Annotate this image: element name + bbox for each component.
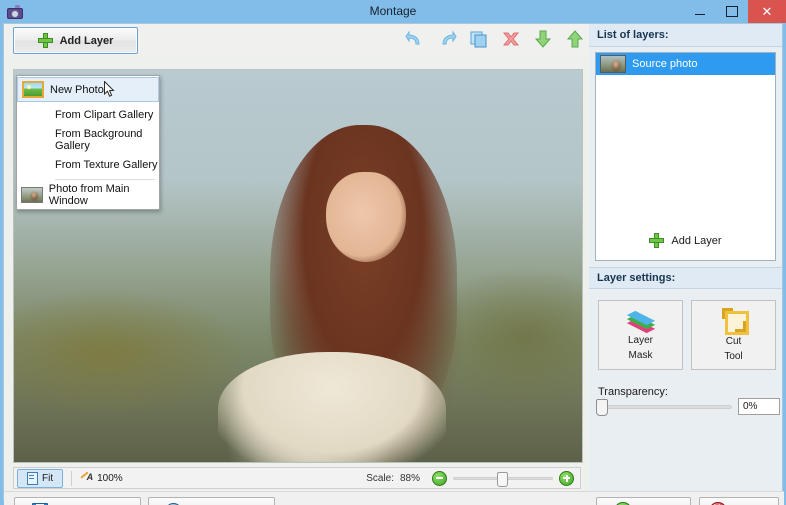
cancel-button[interactable]: Cancel — [699, 497, 779, 505]
layer-mask-label-line2: Mask — [628, 350, 653, 361]
montage-window: Montage ✕ Add Layer Fit A 100% Scale: 88… — [0, 0, 786, 505]
scale-value: 88% — [400, 472, 421, 484]
cut-tool-label-line1: Cut — [725, 335, 742, 347]
window-title: Montage — [369, 4, 417, 18]
toolbar-icons — [404, 28, 586, 50]
scale-label: Scale: — [366, 472, 394, 484]
cut-tool-icon — [721, 307, 749, 335]
add-layer-menu: New Photo From Clipart Gallery From Back… — [16, 75, 160, 210]
transparency-input[interactable]: 0% — [738, 398, 780, 415]
menu-item-label: New Photo — [50, 83, 104, 96]
layers-panel-header: List of layers: — [589, 24, 782, 47]
layers-list[interactable]: Source photo Add Layer — [595, 52, 776, 261]
transparency-controls: 0% ▲ ▼ — [596, 398, 786, 416]
save-to-file-button[interactable]: Save to File... — [14, 497, 141, 505]
zoom-out-icon[interactable] — [432, 470, 447, 486]
close-button[interactable]: ✕ — [748, 0, 786, 23]
toolbar: Add Layer — [4, 24, 589, 57]
add-layer-button-label: Add Layer — [59, 34, 114, 47]
menu-item-new-photo[interactable]: New Photo — [17, 77, 159, 102]
photo-thumb-icon — [21, 186, 43, 203]
picture-icon — [22, 81, 44, 98]
layer-mask-icon — [626, 309, 655, 333]
canvas-status-bar: Fit A 100% Scale: 88% — [13, 467, 581, 489]
fit-button[interactable]: Fit — [17, 468, 64, 488]
zoom-in-icon[interactable] — [559, 470, 574, 486]
menu-item-label: From Clipart Gallery — [55, 108, 154, 121]
zoom-100-label: 100% — [97, 472, 123, 484]
status-divider — [71, 470, 73, 486]
redo-icon[interactable] — [436, 28, 458, 50]
menu-item-label: From Texture Gallery — [55, 158, 158, 171]
add-layer-inline-label: Add Layer — [671, 234, 722, 247]
duplicate-layer-icon[interactable] — [468, 28, 490, 50]
move-layer-down-icon[interactable] — [532, 28, 554, 50]
transparency-slider[interactable] — [596, 399, 732, 416]
undo-icon[interactable] — [404, 28, 426, 50]
layer-mask-button[interactable]: Layer Mask — [598, 300, 683, 370]
add-layer-inline-button[interactable]: Add Layer — [596, 233, 775, 248]
layer-tools: Layer Mask Cut Tool — [598, 300, 776, 370]
video-tutorial-button[interactable]: Video Tutorial — [148, 497, 275, 505]
window-controls: ✕ — [684, 0, 786, 23]
layer-name: Source photo — [632, 58, 698, 70]
footer-bar: Save to File... Video Tutorial Apply Can… — [4, 491, 784, 505]
layer-thumbnail — [600, 55, 626, 73]
menu-item-from-texture-gallery[interactable]: From Texture Gallery — [17, 152, 159, 177]
minimize-button[interactable] — [684, 0, 716, 23]
menu-item-from-background-gallery[interactable]: From Background Gallery — [17, 127, 159, 152]
move-layer-up-icon[interactable] — [564, 28, 586, 50]
client-area: Add Layer Fit A 100% Scale: 88% List of … — [3, 23, 784, 505]
actual-size-icon: A — [80, 471, 93, 484]
list-item[interactable]: Source photo — [596, 53, 775, 75]
cut-tool-label-line2: Tool — [724, 351, 743, 362]
layer-mask-label-line1: Layer — [627, 334, 653, 346]
mouse-cursor-icon — [104, 81, 115, 97]
add-layer-button[interactable]: Add Layer — [13, 27, 138, 54]
menu-item-label: Photo from Main Window — [48, 182, 130, 207]
document-icon — [27, 471, 38, 485]
menu-item-photo-from-main-window[interactable]: Photo from Main Window — [17, 182, 159, 207]
menu-item-from-clipart-gallery[interactable]: From Clipart Gallery — [17, 102, 159, 127]
fit-button-label: Fit — [42, 472, 54, 484]
title-bar: Montage ✕ — [0, 0, 786, 23]
scale-slider[interactable] — [453, 471, 553, 487]
layer-settings-header: Layer settings: — [589, 267, 782, 289]
delete-layer-icon[interactable] — [500, 28, 522, 50]
apply-button[interactable]: Apply — [596, 497, 691, 505]
maximize-button[interactable] — [716, 0, 748, 23]
cut-tool-button[interactable]: Cut Tool — [691, 300, 776, 370]
transparency-label: Transparency: — [598, 386, 668, 398]
zoom-100-button[interactable]: A 100% — [80, 471, 123, 484]
menu-item-label: From Background Gallery — [55, 127, 143, 152]
scale-controls: Scale: 88% — [366, 470, 574, 487]
plus-icon — [37, 33, 53, 48]
menu-separator — [55, 179, 155, 180]
plus-icon — [649, 233, 665, 248]
right-panel: List of layers: Source photo Add Layer L… — [589, 24, 782, 491]
